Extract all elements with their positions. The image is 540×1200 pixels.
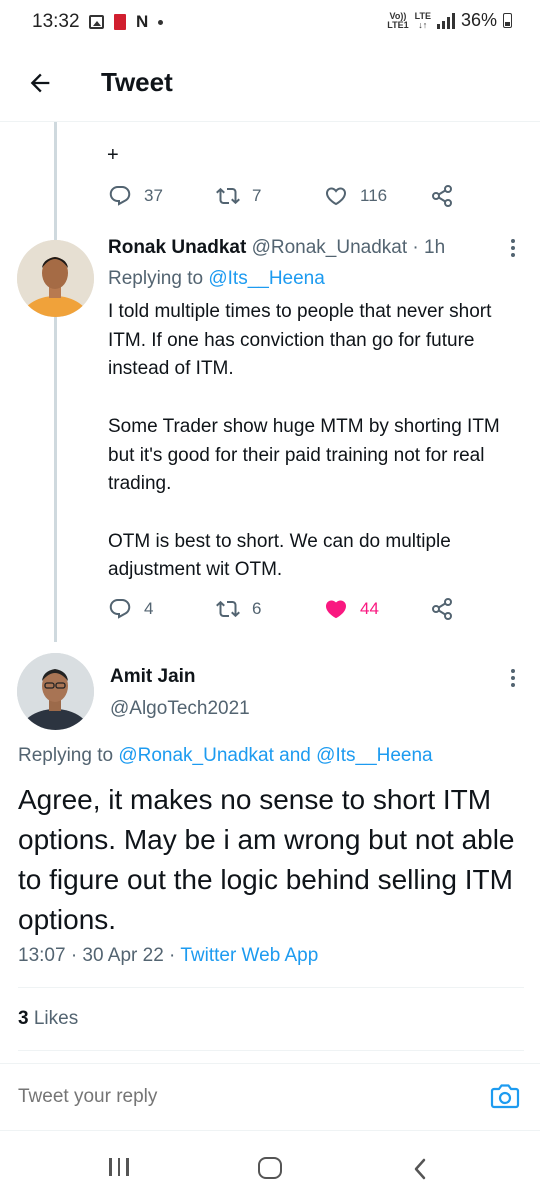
reply-paragraph: Some Trader show huge MTM by shorting IT… xyxy=(108,415,500,495)
reply-icon xyxy=(109,186,131,206)
retweet-icon xyxy=(216,187,240,205)
page-title: Tweet xyxy=(101,67,173,97)
author-handle[interactable]: @Ronak_Unadkat xyxy=(252,237,408,258)
battery-icon xyxy=(503,13,512,28)
share-icon xyxy=(432,185,452,207)
replying-to-line: Replying to @Its__Heena xyxy=(108,268,325,289)
like-button[interactable]: 116 xyxy=(324,184,387,208)
reply-composer xyxy=(0,1063,540,1126)
like-button[interactable]: 44 xyxy=(324,597,379,621)
previous-tweet-text: + xyxy=(107,144,119,166)
notification-icons: N xyxy=(89,12,164,32)
mention-link[interactable]: @Ronak_Unadkat xyxy=(118,745,274,766)
status-time: 13:32 xyxy=(32,11,80,32)
book-icon xyxy=(114,14,126,30)
reply-paragraph: I told multiple times to people that nev… xyxy=(108,301,492,380)
like-icon xyxy=(325,187,347,206)
retweet-button[interactable]: 7 xyxy=(216,184,261,208)
author-name[interactable]: Amit Jain xyxy=(110,666,196,688)
replying-to-line: Replying to @Ronak_Unadkat and @Its__Hee… xyxy=(18,745,433,766)
reply-button[interactable]: 37 xyxy=(108,184,163,208)
likes-label: Likes xyxy=(28,1008,79,1029)
reply-paragraph: OTM is best to short. We can do multiple… xyxy=(108,530,451,581)
retweet-icon xyxy=(216,600,240,618)
divider xyxy=(18,1050,524,1051)
top-app-bar: Tweet xyxy=(0,44,540,122)
like-filled-icon xyxy=(325,600,347,619)
reply-input[interactable] xyxy=(18,1086,438,1108)
gallery-icon xyxy=(89,15,104,29)
camera-icon[interactable] xyxy=(490,1082,520,1110)
volte-icon: Vo)) LTE1 xyxy=(387,10,409,30)
more-icon[interactable] xyxy=(503,669,523,689)
reply-count: 37 xyxy=(144,186,163,205)
likes-summary[interactable]: 3 Likes xyxy=(18,1008,78,1030)
likes-count: 3 xyxy=(18,1008,29,1029)
tweet-meta: 13:07 · 30 Apr 22 · Twitter Web App xyxy=(18,945,318,967)
lte-icon: LTE ↓↑ xyxy=(414,10,431,30)
share-button[interactable] xyxy=(430,597,454,621)
reply-count: 4 xyxy=(144,599,154,618)
divider xyxy=(18,987,524,988)
more-icon[interactable] xyxy=(503,239,523,259)
battery-percent: 36% xyxy=(460,10,497,30)
thread-connector-line xyxy=(54,122,57,642)
home-icon[interactable] xyxy=(258,1157,282,1179)
n-notification-icon: N xyxy=(136,12,149,31)
like-count: 116 xyxy=(360,186,388,205)
more-notifications-dot-icon xyxy=(158,19,164,25)
nav-back-icon[interactable] xyxy=(412,1157,428,1181)
avatar[interactable] xyxy=(17,653,94,730)
tweet-timestamp: 13:07 · 30 Apr 22 · xyxy=(18,945,181,966)
share-button[interactable] xyxy=(430,184,454,208)
back-arrow-icon[interactable] xyxy=(26,69,54,97)
system-nav-bar xyxy=(0,1130,540,1200)
retweet-count: 6 xyxy=(252,599,262,618)
avatar[interactable] xyxy=(17,240,94,317)
like-count: 44 xyxy=(360,599,379,618)
reply-button[interactable]: 4 xyxy=(108,597,153,621)
reply-text: I told multiple times to people that nev… xyxy=(108,298,528,585)
retweet-count: 7 xyxy=(252,186,262,205)
retweet-button[interactable]: 6 xyxy=(216,597,261,621)
avatar-photo-icon xyxy=(17,653,94,730)
reply-author-line: Ronak Unadkat @Ronak_Unadkat · 1h xyxy=(108,237,445,259)
tweet-time: · 1h xyxy=(412,237,446,258)
mention-link[interactable]: @Its__Heena xyxy=(316,745,432,766)
mention-link[interactable]: @Its__Heena xyxy=(208,268,324,289)
avatar-photo-icon xyxy=(17,240,94,317)
tweet-text: Agree, it makes no sense to short ITM op… xyxy=(18,784,515,935)
reply-icon xyxy=(109,599,131,619)
tweet-source-link[interactable]: Twitter Web App xyxy=(180,945,318,966)
signal-icon xyxy=(436,12,455,29)
recents-icon[interactable] xyxy=(109,1158,129,1176)
author-name[interactable]: Ronak Unadkat xyxy=(108,237,246,258)
status-bar: 13:32 N Vo)) LTE1 LTE ↓↑ 36% xyxy=(0,0,540,44)
status-right: Vo)) LTE1 LTE ↓↑ 36% xyxy=(387,10,512,31)
share-icon xyxy=(432,598,452,620)
author-handle[interactable]: @AlgoTech2021 xyxy=(110,698,250,720)
